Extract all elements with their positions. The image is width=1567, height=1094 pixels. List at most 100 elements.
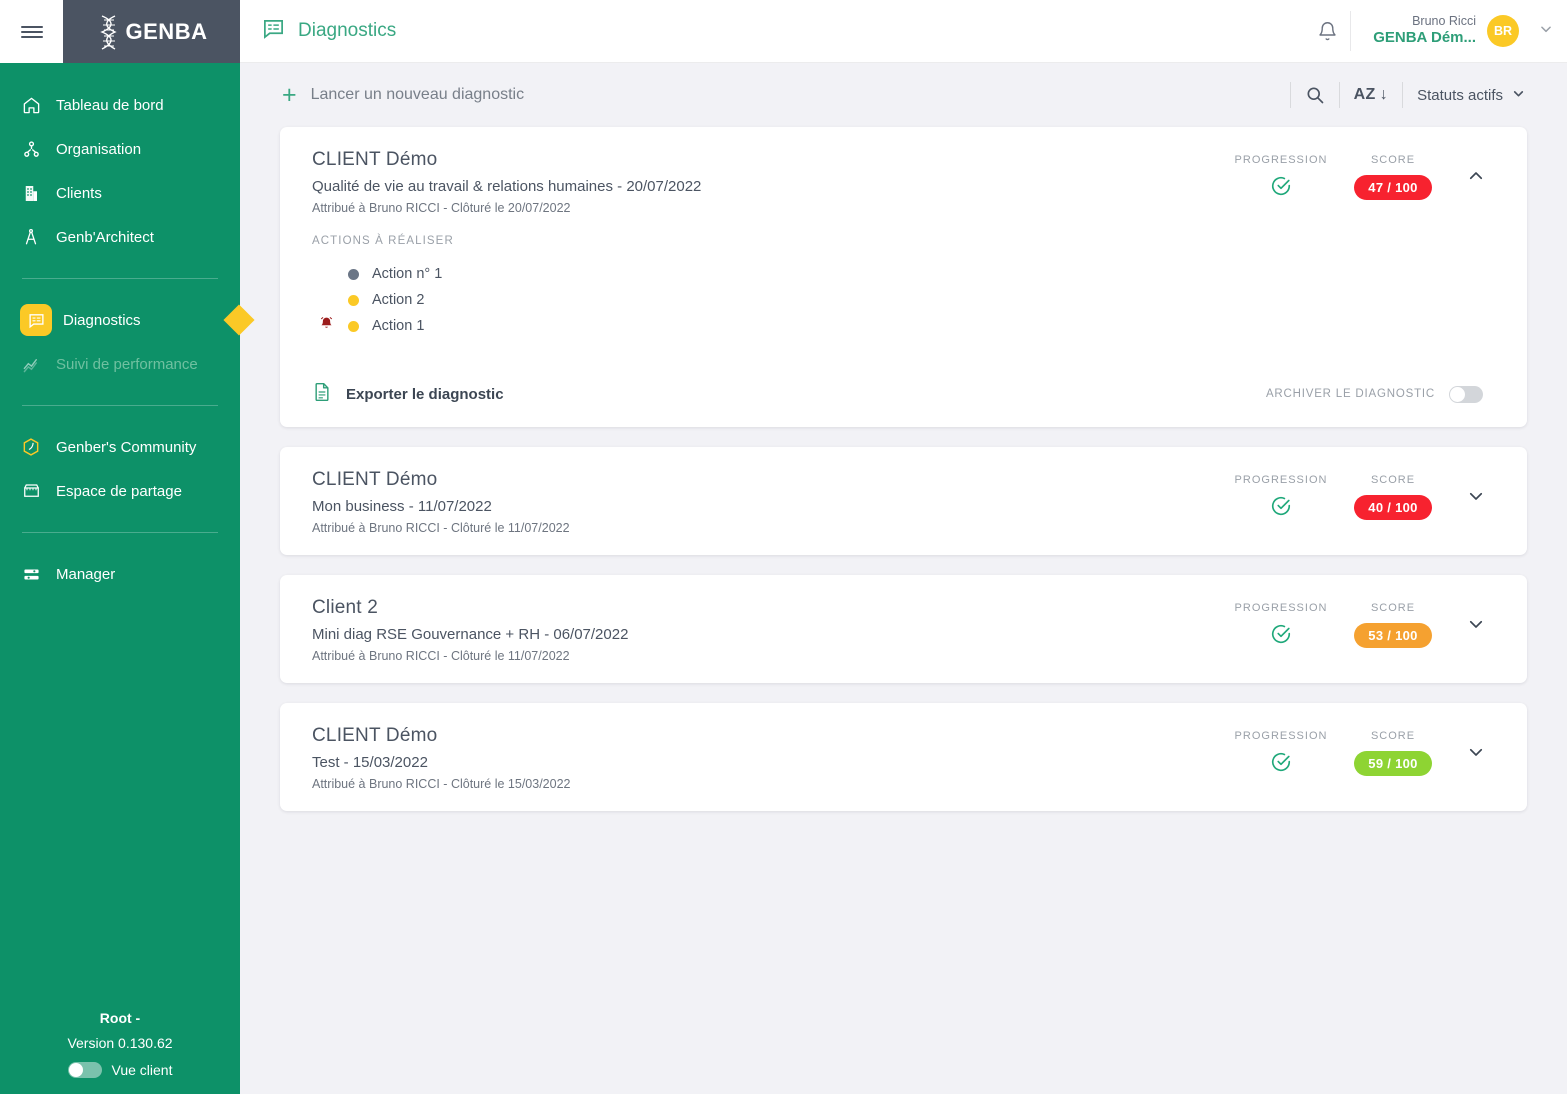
status-filter-label: Statuts actifs [1417,86,1503,104]
archive-toggle[interactable] [1449,385,1483,403]
user-names: Bruno Ricci GENBA Dém... [1373,14,1476,48]
toolbar: + Lancer un nouveau diagnostic AZ ↓ Stat… [280,63,1527,127]
diagnostic-card: CLIENT Démo Mon business - 11/07/2022 Attr… [280,447,1527,555]
action-item[interactable]: Action 1 [312,313,1495,339]
diagnostic-info: Client 2 Mini diag RSE Gouvernance + RH -… [312,597,1225,663]
hamburger-icon[interactable] [0,0,63,63]
page-title-wrap: Diagnostics [240,17,1304,45]
sidebar-item-label: Tableau de bord [56,96,164,114]
client-view-label: Vue client [111,1062,173,1078]
chevron-down-icon[interactable] [1539,22,1553,41]
check-circle-icon [1270,625,1292,649]
sidebar: GENBA Tableau de bord Organisation Clien… [0,0,255,1094]
sort-az-button[interactable]: AZ ↓ [1354,86,1389,104]
diagnostic-metrics: PROGRESSION SCORE 53 / 100 [1225,597,1449,650]
status-filter-dropdown[interactable]: Statuts actifs [1417,87,1525,104]
chevron-up-icon[interactable] [1449,149,1503,185]
diagnostic-card-header[interactable]: CLIENT Démo Qualité de vie au travail & r… [280,127,1527,235]
progression-metric: PROGRESSION [1225,154,1337,202]
action-status-dot [348,320,359,332]
progression-label: PROGRESSION [1234,154,1328,166]
diagnostic-card-header[interactable]: CLIENT Démo Mon business - 11/07/2022 Attr… [280,447,1527,555]
diagnostic-client-name: CLIENT Démo [312,469,438,490]
export-label: Exporter le diagnostic [346,385,504,403]
sidebar-item-espace-de-partage[interactable]: Espace de partage [0,469,240,513]
action-label: Action 1 [372,318,425,334]
avatar[interactable]: BR [1487,15,1519,47]
sidebar-item-suivi-de-performance[interactable]: Suivi de performance [0,342,240,386]
hamburger-bar [20,23,43,41]
diagnostic-card-header[interactable]: Client 2 Mini diag RSE Gouvernance + RH -… [280,575,1527,683]
version-label: Version 0.130.62 [67,1035,173,1051]
store-icon [20,480,42,502]
export-diagnostic-button[interactable]: Exporter le diagnostic [312,381,504,407]
brand-name: GENBA [125,18,208,44]
progression-metric: PROGRESSION [1225,474,1337,522]
check-circle-icon [1270,497,1292,521]
diagnostic-meta: Attribué à Bruno RICCI - Clôturé le 15/0… [312,777,571,791]
dna-helix-icon [96,13,122,51]
chevron-down-icon[interactable] [1449,469,1503,505]
sidebar-item-label: Genb'Architect [56,228,154,246]
diagnostic-client-name: CLIENT Démo [312,149,438,170]
sidebar-item-genb-architect[interactable]: Genb'Architect [0,215,240,259]
diagnostic-meta: Attribué à Bruno RICCI - Clôturé le 11/0… [312,521,570,535]
diagnostic-metrics: PROGRESSION SCORE 47 / 100 [1225,149,1449,202]
diagnostic-metrics: PROGRESSION SCORE 40 / 100 [1225,469,1449,522]
diagnostic-metrics: PROGRESSION SCORE 59 / 100 [1225,725,1449,778]
status-badge: 40 / 100 [1354,495,1432,520]
sidebar-divider-2 [22,405,218,406]
diagnostic-subtitle: Mon business - 11/07/2022 [312,498,492,515]
sidebar-item-manager[interactable]: Manager [0,552,240,596]
diagnostic-meta: Attribué à Bruno RICCI - Clôturé le 11/0… [312,649,570,663]
sort-label: AZ [1353,86,1376,103]
action-label: Action 2 [372,292,425,308]
chevron-down-icon[interactable] [1449,597,1503,633]
new-diagnostic-button[interactable]: + Lancer un nouveau diagnostic [282,80,524,109]
client-view-toggle[interactable] [67,1062,102,1078]
action-item[interactable]: Action 2 [312,287,1495,313]
chevron-down-icon [1512,87,1525,104]
diagnostic-subtitle: Qualité de vie au travail & relations hu… [312,178,702,195]
score-metric: SCORE 53 / 100 [1337,602,1449,648]
brand-logo[interactable]: GENBA [63,0,240,63]
progression-label: PROGRESSION [1234,602,1328,614]
search-icon[interactable] [1305,85,1325,105]
progression-metric: PROGRESSION [1225,730,1337,778]
user-name: Bruno Ricci [1412,13,1476,28]
sidebar-item-tableau-de-bord[interactable]: Tableau de bord [0,83,240,127]
diagnostics-list: CLIENT Démo Qualité de vie au travail & r… [280,127,1527,811]
building-icon [20,182,42,204]
action-status-dot [348,268,359,280]
diagnostic-card: CLIENT Démo Test - 15/03/2022 Attribué à B… [280,703,1527,811]
diagnostic-card-body: ACTIONS À RÉALISER Action n° 1 Action 2 Act… [280,235,1527,339]
archive-label: ARCHIVER LE DIAGNOSTIC [1265,388,1435,400]
sidebar-item-organisation[interactable]: Organisation [0,127,240,171]
notification-bell-icon[interactable] [1304,21,1350,42]
action-item[interactable]: Action n° 1 [312,261,1495,287]
toolbar-divider-3 [1402,82,1404,108]
sidebar-item-diagnostics[interactable]: Diagnostics [0,298,255,342]
sidebar-item-genbers-community[interactable]: Genber's Community [0,425,240,469]
chevron-down-icon[interactable] [1449,725,1503,761]
diagnostic-card-header[interactable]: CLIENT Démo Test - 15/03/2022 Attribué à B… [280,703,1527,811]
diagnostic-card: CLIENT Démo Qualité de vie au travail & r… [280,127,1527,427]
progression-metric: PROGRESSION [1225,602,1337,650]
sidebar-item-clients[interactable]: Clients [0,171,240,215]
sidebar-item-label: Suivi de performance [56,355,198,373]
sidebar-divider-3 [22,532,218,533]
user-menu[interactable]: Bruno Ricci GENBA Dém... BR [1350,11,1553,51]
content-scroll[interactable]: + Lancer un nouveau diagnostic AZ ↓ Stat… [240,63,1567,1094]
home-icon [20,94,42,116]
diagnostics-icon [20,304,52,336]
sidebar-divider-1 [22,278,218,279]
sidebar-item-label: Espace de partage [56,482,182,500]
diagnostic-info: CLIENT Démo Mon business - 11/07/2022 Attr… [312,469,1225,535]
sidebar-item-label: Manager [56,565,116,583]
diagnostic-subtitle: Test - 15/03/2022 [312,754,428,771]
diagnostic-card-footer: Exporter le diagnostic ARCHIVER LE DIAGNO… [280,359,1527,427]
score-label: SCORE [1370,474,1416,486]
sidebar-item-label: Organisation [56,140,142,158]
plus-icon: + [282,80,297,109]
compass-icon [20,226,42,248]
